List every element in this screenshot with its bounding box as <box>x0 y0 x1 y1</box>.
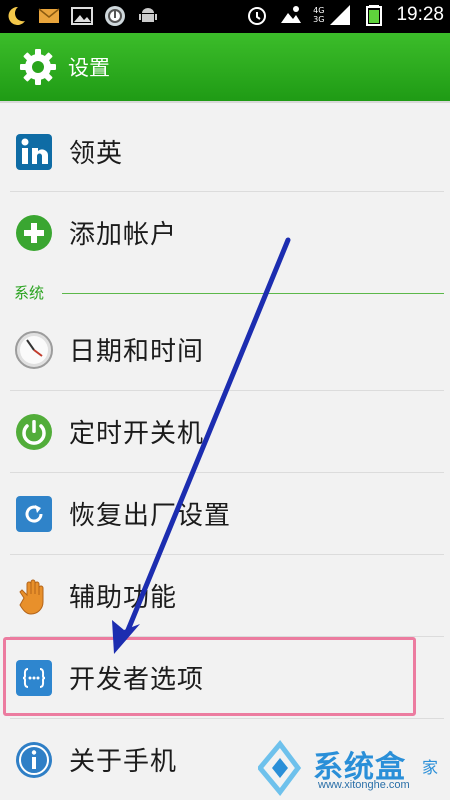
settings-item-label: 关于手机 <box>69 747 178 777</box>
watermark-url: www.xitonghe.com <box>318 779 410 791</box>
network-type: 4G 3G <box>313 6 325 24</box>
mail-icon <box>38 8 60 23</box>
moon-icon <box>8 6 25 25</box>
settings-item-accessibility[interactable]: 辅助功能 <box>0 555 450 636</box>
linkedin-icon <box>16 133 52 170</box>
settings-item-label: 恢复出厂设置 <box>69 501 232 531</box>
status-bar: 4G 3G 19:28 <box>0 0 450 33</box>
settings-item-linkedin[interactable]: 领英 <box>0 111 450 192</box>
hand-icon <box>19 579 44 615</box>
settings-item-label: 日期和时间 <box>69 337 205 367</box>
page-title: 设置 <box>68 56 110 80</box>
settings-item-add-account[interactable]: 添加帐户 <box>0 192 450 273</box>
action-bar: 设置 <box>0 33 450 103</box>
settings-item-date-time[interactable]: 日期和时间 <box>0 309 450 390</box>
android-icon <box>139 8 157 22</box>
clock: 19:28 <box>396 4 444 25</box>
settings-item-label: 领英 <box>69 139 124 169</box>
power-icon <box>16 413 52 450</box>
add-account-icon <box>16 214 52 251</box>
reset-icon <box>16 495 52 532</box>
signal-icon <box>330 5 351 25</box>
watermark-small: 家 <box>422 758 439 777</box>
settings-item-factory-reset[interactable]: 恢复出厂设置 <box>0 473 450 554</box>
gear-icon <box>20 49 56 85</box>
info-icon <box>16 741 52 778</box>
settings-item-label: 定时开关机 <box>69 419 205 449</box>
weather-icon <box>281 6 302 23</box>
settings-item-label: 添加帐户 <box>69 220 178 250</box>
circle-app-icon <box>105 6 125 26</box>
section-divider <box>62 293 444 294</box>
alarm-icon <box>248 7 267 25</box>
highlight-box <box>3 637 416 716</box>
image-icon <box>71 7 93 25</box>
section-header-system: 系统 <box>14 284 45 302</box>
settings-item-label: 辅助功能 <box>69 583 178 613</box>
battery-icon <box>366 5 383 26</box>
clock-icon <box>15 330 53 369</box>
settings-item-scheduled-power[interactable]: 定时开关机 <box>0 391 450 472</box>
